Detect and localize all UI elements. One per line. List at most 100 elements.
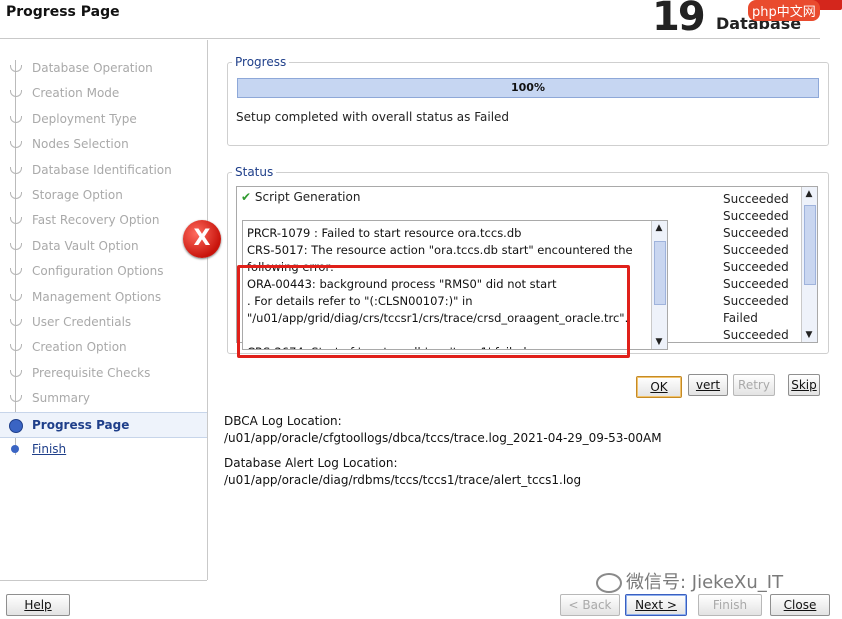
progress-percent: 100% (511, 81, 545, 94)
top-watermark: php中文网 (748, 0, 820, 21)
status-result: Succeeded (723, 243, 789, 257)
nav-step-label: Finish (32, 442, 67, 456)
status-result: Succeeded (723, 328, 789, 342)
scroll-thumb[interactable] (654, 241, 666, 305)
nav-step-storage-option: Storage Option (0, 183, 207, 207)
error-message-line: CRS-5017: The resource action "ora.tccs.… (247, 243, 633, 257)
nav-step-user-credentials: User Credentials (0, 310, 207, 334)
back-button[interactable]: < Back (560, 594, 620, 616)
nav-step-label: User Credentials (32, 315, 132, 329)
nav-step-prerequisite-checks: Prerequisite Checks (0, 361, 207, 385)
wizard-step-navigation: Database Operation Creation Mode Deploymen… (0, 40, 207, 580)
header-divider (0, 38, 820, 39)
dbca-log-label: DBCA Log Location: (224, 414, 342, 428)
step-marker-icon (10, 393, 22, 403)
step-marker-icon (10, 88, 22, 98)
status-result: Succeeded (723, 226, 789, 240)
status-result: Succeeded (723, 209, 789, 223)
step-marker-icon (10, 215, 22, 225)
scroll-up-icon[interactable]: ▲ (654, 223, 664, 233)
skip-button[interactable]: Skip (788, 374, 820, 396)
nav-divider (207, 40, 208, 580)
progress-group (227, 62, 829, 146)
retry-button[interactable]: Retry (733, 374, 775, 396)
step-marker-icon (10, 63, 22, 73)
alert-log-path: /u01/app/oracle/diag/rdbms/tccs/tccs1/tr… (224, 473, 582, 487)
status-result: Succeeded (723, 260, 789, 274)
wechat-icon (596, 573, 622, 593)
nav-bottom-divider (0, 580, 207, 581)
status-result: Succeeded (723, 294, 789, 308)
nav-step-database-operation: Database Operation (0, 56, 207, 80)
nav-step-label: Storage Option (32, 188, 123, 202)
nav-step-data-vault-option: Data Vault Option (0, 234, 207, 258)
step-marker-icon (10, 266, 22, 276)
nav-step-label: Fast Recovery Option (32, 213, 160, 228)
status-group-label: Status (232, 165, 277, 179)
page-title: Progress Page (6, 4, 120, 20)
status-task-label: Script Generation (254, 190, 361, 204)
status-results-column: Succeeded Succeeded Succeeded Succeeded Succ… (723, 191, 789, 344)
wechat-watermark: 微信号: JiekeXu_IT (596, 568, 783, 594)
nav-step-label: Prerequisite Checks (32, 365, 151, 380)
alert-log-label: Database Alert Log Location: (224, 456, 398, 470)
step-marker-icon (10, 241, 22, 251)
watermark-text: 微信号: JiekeXu_IT (626, 572, 784, 593)
nav-step-deployment-type: Deployment Type (0, 107, 207, 131)
oracle-version-logo: 19 (652, 0, 706, 40)
step-marker-icon (10, 139, 22, 149)
step-marker-icon (10, 292, 22, 302)
help-button-label: Help (24, 598, 52, 612)
scroll-down-icon[interactable]: ▼ (804, 330, 814, 340)
nav-step-label: Deployment Type (32, 111, 137, 126)
nav-step-label: Summary (32, 391, 90, 406)
step-marker-icon (11, 445, 19, 453)
retry-button-label: Retry (738, 378, 770, 392)
current-step-icon (9, 418, 23, 433)
nav-step-finish[interactable]: Finish (0, 437, 207, 461)
setup-status-message: Setup completed with overall status as F… (236, 110, 510, 124)
step-marker-icon (10, 317, 22, 327)
status-result: Succeeded (723, 277, 789, 291)
next-button-label: Next > (635, 598, 677, 612)
check-icon: ✔ (241, 190, 255, 204)
nav-step-label: Management Options (32, 289, 162, 304)
help-button[interactable]: Help (6, 594, 70, 616)
revert-button-label: vert (695, 378, 721, 392)
status-result: Succeeded (723, 192, 789, 206)
step-marker-icon (10, 114, 22, 124)
error-icon: X (183, 220, 221, 258)
nav-step-creation-mode: Creation Mode (0, 81, 207, 105)
status-first-row: ✔ Script Generation (241, 190, 360, 204)
status-scrollbar[interactable]: ▲ ▼ (801, 187, 817, 342)
close-button-label: Close (783, 598, 817, 612)
nav-step-label: Data Vault Option (32, 238, 139, 253)
nav-step-label: Configuration Options (32, 264, 164, 279)
nav-step-label: Database Operation (32, 61, 153, 75)
nav-step-nodes-selection: Nodes Selection (0, 132, 207, 156)
nav-step-management-options: Management Options (0, 285, 207, 309)
nav-step-database-identification: Database Identification (0, 158, 207, 182)
error-message-scrollbar[interactable]: ▲ ▼ (651, 221, 667, 349)
nav-step-label: Database Identification (32, 162, 172, 177)
scroll-thumb[interactable] (804, 205, 816, 285)
finish-button[interactable]: Finish (698, 594, 762, 616)
nav-step-creation-option: Creation Option (0, 335, 207, 359)
nav-step-label: Creation Option (32, 340, 127, 355)
ok-button[interactable]: OK (636, 376, 682, 398)
close-button[interactable]: Close (770, 594, 830, 616)
ok-button-label: OK (650, 380, 668, 394)
nav-step-label: Creation Mode (32, 86, 120, 101)
nav-step-label: Progress Page (32, 417, 130, 432)
error-highlight-box (237, 265, 630, 358)
revert-button[interactable]: vert (688, 374, 728, 396)
scroll-up-icon[interactable]: ▲ (804, 189, 814, 199)
next-button[interactable]: Next > (625, 594, 687, 616)
nav-step-progress-page: Progress Page (0, 411, 207, 438)
step-marker-icon (10, 190, 22, 200)
scroll-down-icon[interactable]: ▼ (654, 337, 664, 347)
status-result: Failed (723, 311, 758, 325)
nav-step-configuration-options: Configuration Options (0, 259, 207, 283)
progress-bar: 100% (237, 78, 819, 98)
finish-button-label: Finish (712, 598, 748, 612)
